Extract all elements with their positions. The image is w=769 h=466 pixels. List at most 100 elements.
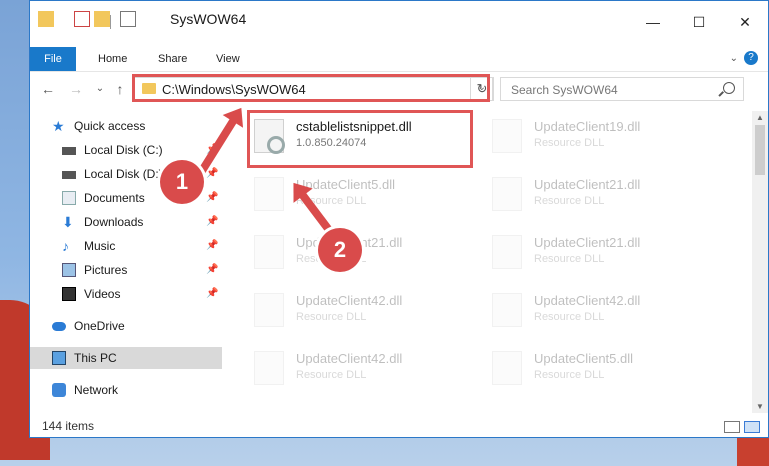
sidebar-item-network[interactable]: Network	[30, 379, 222, 401]
list-item[interactable]: UpdateClient21.dll Resource DLL	[486, 171, 706, 221]
file-name: UpdateClient42.dll	[296, 351, 403, 366]
sidebar-item-label: Videos	[84, 287, 121, 301]
dll-file-icon	[492, 119, 522, 153]
sidebar-item-label: Quick access	[74, 119, 146, 133]
recent-locations-icon[interactable]: ⌄	[90, 79, 110, 99]
pin-icon: 📌	[206, 216, 219, 227]
item-count: 144 items	[42, 419, 95, 433]
sidebar-item-pictures[interactable]: Pictures 📌	[30, 259, 222, 281]
list-item[interactable]: UpdateClient42.dll Resource DLL	[486, 287, 706, 337]
pin-icon: 📌	[206, 240, 219, 251]
up-button[interactable]: ↑	[110, 79, 130, 99]
file-name: UpdateClient21.dll	[534, 177, 641, 192]
maximize-button[interactable]: ☐	[676, 11, 722, 33]
back-button[interactable]: ←	[38, 79, 58, 99]
file-type: Resource DLL	[534, 195, 605, 207]
sidebar-item-downloads[interactable]: ⬇ Downloads 📌	[30, 211, 222, 233]
dll-file-icon	[492, 177, 522, 211]
sidebar-item-label: Pictures	[84, 263, 128, 277]
download-icon: ⬇	[62, 214, 74, 230]
status-bar: 144 items	[30, 415, 768, 437]
dll-file-icon	[492, 351, 522, 385]
list-item[interactable]: UpdateClient42.dll Resource DLL	[248, 345, 468, 395]
address-bar-highlight	[132, 74, 490, 102]
sidebar-item-label: OneDrive	[74, 319, 125, 333]
minimize-button[interactable]: —	[630, 11, 676, 33]
window-title: SysWOW64	[170, 11, 247, 27]
search-icon	[723, 82, 735, 94]
search-placeholder: Search SysWOW64	[511, 83, 618, 97]
file-explorer-window: SysWOW64 — ☐ ✕ File Home Share View ⌄ ? …	[29, 0, 769, 438]
sidebar-item-local-disk-c[interactable]: Local Disk (C:) 📌	[30, 139, 222, 161]
computer-icon	[52, 351, 66, 365]
search-box[interactable]: Search SysWOW64	[500, 77, 744, 101]
pin-icon: 📌	[206, 264, 219, 275]
divider	[110, 15, 111, 29]
file-name: UpdateClient5.dll	[534, 351, 634, 366]
sidebar-item-music[interactable]: ♪ Music 📌	[30, 235, 222, 257]
sidebar-item-onedrive[interactable]: OneDrive	[30, 315, 222, 337]
sidebar-item-label: Local Disk (D:)	[84, 167, 163, 181]
sidebar-item-label: Documents	[84, 191, 145, 205]
file-type: Resource DLL	[534, 369, 605, 381]
file-type: Resource DLL	[534, 253, 605, 265]
tab-home[interactable]: Home	[86, 47, 139, 71]
step-badge-1: 1	[160, 160, 204, 204]
tab-file[interactable]: File	[30, 47, 76, 71]
list-item[interactable]: UpdateClient21.dll Resource DLL	[486, 229, 706, 279]
sidebar-item-quick-access[interactable]: ★ Quick access	[30, 115, 222, 137]
customize-toolbar-icon[interactable]	[120, 11, 136, 27]
sidebar-item-label: Music	[84, 239, 116, 253]
pictures-icon	[62, 263, 76, 277]
list-item[interactable]: UpdateClient42.dll Resource DLL	[248, 287, 468, 337]
cloud-icon	[52, 322, 66, 331]
help-icon[interactable]: ?	[744, 51, 758, 65]
sidebar-item-this-pc[interactable]: This PC	[30, 347, 222, 369]
drive-icon	[62, 147, 76, 155]
expand-ribbon-icon[interactable]: ⌄	[730, 53, 738, 64]
dll-file-icon	[492, 293, 522, 327]
dll-file-icon	[254, 293, 284, 327]
scroll-up-icon[interactable]: ▲	[752, 113, 768, 122]
forward-button[interactable]: →	[66, 79, 86, 99]
file-type: Resource DLL	[296, 311, 367, 323]
properties-icon[interactable]	[74, 11, 90, 27]
list-item[interactable]: UpdateClient5.dll Resource DLL	[486, 345, 706, 395]
file-name: UpdateClient21.dll	[534, 235, 641, 250]
file-highlight	[247, 110, 473, 168]
large-icons-view-icon[interactable]	[744, 421, 760, 433]
pin-icon: 📌	[206, 192, 219, 203]
sidebar-item-label: This PC	[74, 351, 117, 365]
file-type: Resource DLL	[296, 369, 367, 381]
sidebar-item-label: Downloads	[84, 215, 144, 229]
document-icon	[62, 191, 76, 205]
file-type: Resource DLL	[534, 137, 605, 149]
step-badge-2: 2	[318, 228, 362, 272]
tab-share[interactable]: Share	[146, 47, 199, 71]
dll-file-icon	[254, 177, 284, 211]
vertical-scrollbar[interactable]: ▲ ▼	[752, 111, 768, 413]
scroll-thumb[interactable]	[755, 125, 765, 175]
new-folder-icon[interactable]	[94, 11, 110, 27]
list-item[interactable]: UpdateClient19.dll Resource DLL	[486, 113, 706, 163]
tab-view[interactable]: View	[204, 47, 252, 71]
scroll-down-icon[interactable]: ▼	[752, 402, 768, 411]
navigation-pane: ★ Quick access Local Disk (C:) 📌 Local D…	[30, 111, 222, 411]
details-view-icon[interactable]	[724, 421, 740, 433]
folder-icon	[38, 11, 54, 27]
music-icon: ♪	[62, 238, 69, 254]
pin-icon: 📌	[206, 288, 219, 299]
star-icon: ★	[52, 118, 65, 134]
sidebar-item-label: Network	[74, 383, 119, 397]
ribbon-tabs: File Home Share View ⌄ ?	[30, 47, 768, 72]
close-button[interactable]: ✕	[722, 11, 768, 33]
file-name: UpdateClient42.dll	[534, 293, 641, 308]
video-icon	[62, 287, 76, 301]
list-item[interactable]: UpdateClient5.dll Resource DLL	[248, 171, 468, 221]
title-bar: SysWOW64 — ☐ ✕	[30, 1, 768, 47]
sidebar-item-label: Local Disk (C:)	[84, 143, 163, 157]
sidebar-item-videos[interactable]: Videos 📌	[30, 283, 222, 305]
dll-file-icon	[254, 351, 284, 385]
drive-icon	[62, 171, 76, 179]
file-name: UpdateClient42.dll	[296, 293, 403, 308]
